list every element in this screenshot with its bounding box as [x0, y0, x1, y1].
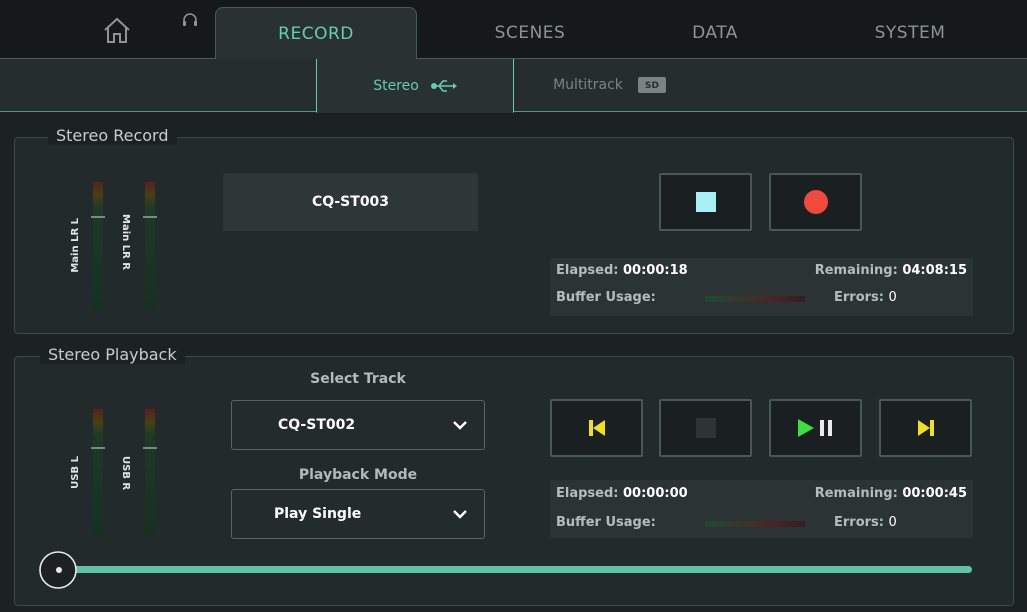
playback-elapsed-label: Elapsed: [556, 486, 619, 501]
playback-progress-track[interactable] [58, 566, 972, 573]
playback-mode-select[interactable]: Play Single [231, 489, 485, 539]
stereo-playback-title: Stereo Playback [40, 345, 185, 364]
stop-icon [695, 192, 716, 212]
meter-main-lr-l [91, 182, 105, 310]
playback-remaining-label: Remaining: [814, 486, 898, 501]
record-file-name: CQ-ST003 [223, 173, 478, 231]
chevron-down-icon [453, 421, 467, 430]
subtab-multitrack-label: Multitrack [553, 77, 623, 93]
record-buffer-bar [705, 296, 805, 302]
playback-stop-button[interactable] [659, 399, 752, 457]
playback-buffer-label: Buffer Usage: [556, 515, 656, 530]
stereo-record-title: Stereo Record [48, 126, 177, 145]
playback-info-panel: Elapsed: 00:00:00 Remaining: 00:00:45 Bu… [550, 480, 973, 538]
previous-track-button[interactable] [550, 399, 643, 457]
chevron-down-icon [453, 510, 467, 519]
headphones-icon[interactable] [182, 12, 198, 28]
record-stop-button[interactable] [659, 173, 752, 231]
select-track-label: Select Track [310, 371, 406, 387]
record-elapsed-label: Elapsed: [556, 263, 619, 278]
playback-mode-value: Play Single [274, 506, 362, 522]
usb-icon [430, 79, 457, 92]
record-elapsed-value: 00:00:18 [623, 263, 688, 278]
next-track-button[interactable] [879, 399, 972, 457]
tab-data[interactable]: DATA [615, 7, 815, 59]
record-errors-value: 0 [888, 290, 897, 305]
track-select[interactable]: CQ-ST002 [231, 400, 485, 450]
playback-elapsed-value: 00:00:00 [623, 486, 688, 501]
home-icon[interactable] [101, 14, 133, 46]
record-buffer-label: Buffer Usage: [556, 290, 656, 305]
meter-main-lr-r [143, 182, 157, 310]
record-icon [803, 190, 828, 214]
playback-remaining-value: 00:00:45 [902, 486, 967, 501]
play-pause-button[interactable] [769, 399, 862, 457]
playback-errors-value: 0 [888, 515, 897, 530]
svg-text:SD: SD [645, 81, 659, 91]
record-remaining-value: 04:08:15 [902, 263, 967, 278]
skip-forward-icon [917, 420, 934, 436]
playback-buffer-bar [705, 521, 805, 527]
sd-card-icon: SD [637, 77, 666, 93]
tab-scenes[interactable]: SCENES [430, 7, 630, 59]
tab-record[interactable]: RECORD [215, 7, 417, 60]
playback-mode-label: Playback Mode [298, 467, 418, 483]
playback-progress-handle[interactable] [38, 550, 78, 590]
subtab-stereo[interactable]: Stereo [316, 59, 514, 113]
record-info-panel: Elapsed: 00:00:18 Remaining: 04:08:15 Bu… [550, 258, 973, 316]
record-remaining-label: Remaining: [814, 263, 898, 278]
record-errors-label: Errors: [834, 290, 884, 305]
subtab-stereo-label: Stereo [373, 77, 419, 94]
record-button[interactable] [769, 173, 862, 231]
playback-errors-label: Errors: [834, 515, 884, 530]
meter-label-usb-l: USB L [70, 456, 81, 489]
meter-usb-l [91, 409, 105, 537]
meter-label-usb-r: USB R [120, 456, 131, 491]
meter-label-main-lr-r: Main LR R [120, 214, 131, 270]
subtab-multitrack[interactable]: Multitrack SD [520, 59, 700, 111]
tab-system[interactable]: SYSTEM [810, 7, 1010, 59]
skip-back-icon [588, 420, 605, 436]
stop-icon [695, 418, 716, 438]
track-select-value: CQ-ST002 [278, 417, 356, 433]
play-pause-icon [797, 419, 832, 437]
meter-usb-r [143, 409, 157, 537]
meter-label-main-lr-l: Main LR L [70, 218, 81, 273]
